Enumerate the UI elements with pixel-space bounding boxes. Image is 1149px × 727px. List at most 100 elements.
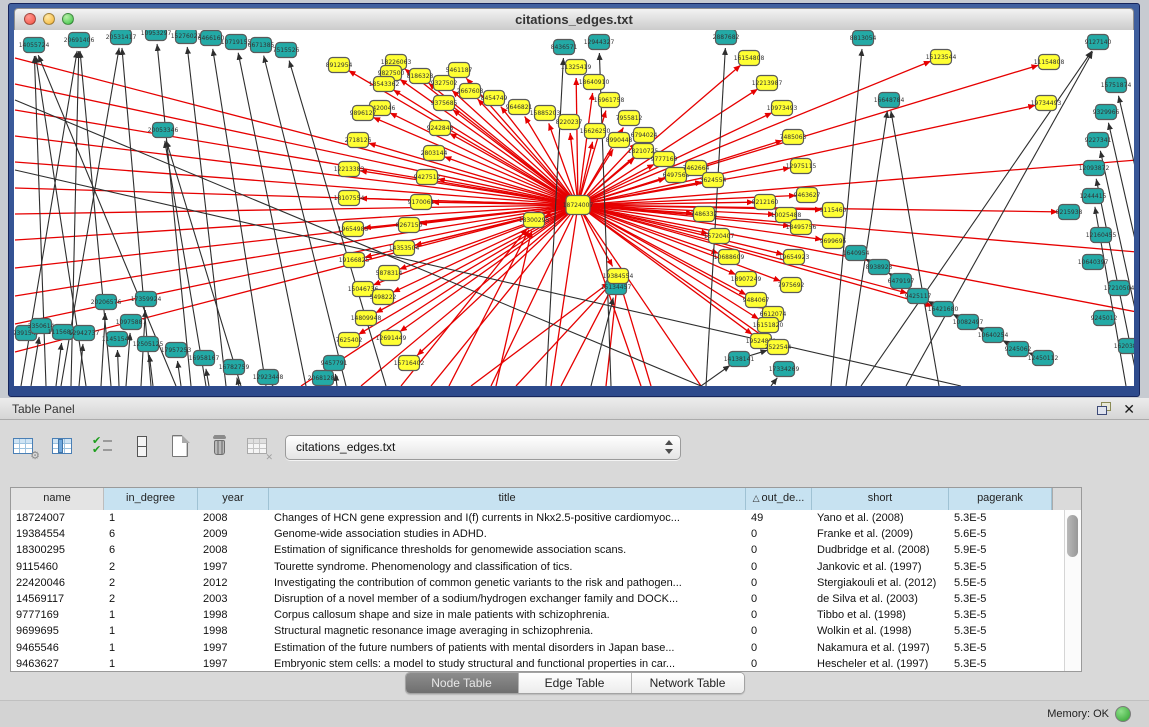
graph-node[interactable]: 12213383 <box>334 162 365 177</box>
show-columns-icon[interactable] <box>51 434 77 460</box>
graph-node[interactable]: 16154808 <box>734 51 765 66</box>
table-row[interactable]: 1872400712008Changes of HCN gene express… <box>11 510 1064 526</box>
graph-node[interactable]: 9463627 <box>794 188 821 203</box>
table-row[interactable]: 977716911998Corpus callosum shape and si… <box>11 607 1064 623</box>
table-row[interactable]: 1830029562008Estimation of significance … <box>11 542 1064 558</box>
graph-node[interactable]: 5498222 <box>370 290 397 305</box>
column-header-out_degree[interactable]: △out_de... <box>746 488 812 510</box>
graph-node[interactable]: 9245012 <box>1091 311 1118 326</box>
graph-node[interactable]: 12691449 <box>376 331 407 346</box>
graph-node[interactable]: 2522544 <box>765 340 792 355</box>
graph-node[interactable]: 7955812 <box>616 111 643 126</box>
graph-node[interactable]: 9170061 <box>408 195 435 210</box>
network-window-titlebar[interactable]: citations_edges.txt <box>14 8 1134 32</box>
graph-node[interactable]: 9329966 <box>1093 105 1120 120</box>
graph-node[interactable]: 11451543 <box>102 332 133 347</box>
close-panel-icon[interactable]: ✕ <box>1123 400 1135 418</box>
graph-node[interactable]: 2718126 <box>345 133 372 148</box>
graph-node[interactable]: 12975115 <box>786 159 817 174</box>
graph-node[interactable]: 19654923 <box>779 250 810 265</box>
graph-node[interactable]: 19384554 <box>603 269 634 284</box>
graph-node[interactable]: 14138141 <box>724 352 755 367</box>
network-canvas[interactable]: 1405572420691406205314171095329715276021… <box>14 30 1134 386</box>
graph-node[interactable]: 8215938 <box>1056 205 1083 220</box>
graph-node[interactable]: 9375685 <box>431 96 458 111</box>
graph-node[interactable]: 1640954 <box>843 246 870 261</box>
graph-node[interactable]: 3624554 <box>700 173 727 188</box>
graph-node[interactable]: 18724007 <box>563 196 594 215</box>
graph-node[interactable]: 9777169 <box>651 152 678 167</box>
graph-node[interactable]: 17210504 <box>1104 281 1134 296</box>
graph-node[interactable]: 20531417 <box>106 30 137 45</box>
column-header-in_degree[interactable]: in_degree <box>104 488 198 510</box>
graph-node[interactable]: 9699695 <box>820 234 847 249</box>
graph-node[interactable]: 8267150 <box>396 218 423 233</box>
table-row[interactable]: 1456911722003Disruption of a novel membe… <box>11 591 1064 607</box>
import-disabled-icon[interactable] <box>246 434 272 460</box>
column-header-short[interactable]: short <box>812 488 949 510</box>
graph-node[interactable]: 8436571 <box>551 40 578 55</box>
graph-node[interactable]: 18495756 <box>786 220 817 235</box>
column-header-name[interactable]: name <box>11 488 104 510</box>
table-row[interactable]: 946362711997Embryonic stem cells: a mode… <box>11 656 1064 672</box>
graph-node[interactable]: 10953297 <box>141 30 172 41</box>
graph-node[interactable]: 9484067 <box>743 293 770 308</box>
graph-node[interactable]: 15716402 <box>394 356 425 371</box>
graph-node[interactable]: 20681289 <box>308 371 339 386</box>
graph-node[interactable]: 20691406 <box>64 33 95 48</box>
graph-node[interactable]: 7486332 <box>691 207 718 222</box>
graph-node[interactable]: 16782759 <box>219 360 250 375</box>
table-row[interactable]: 946554611997Estimation of the future num… <box>11 640 1064 656</box>
graph-node[interactable]: 9427512 <box>414 170 441 185</box>
graph-node[interactable]: 10640254 <box>978 328 1009 343</box>
graph-node[interactable]: 1244415 <box>1080 189 1107 204</box>
graph-node[interactable]: 7485063 <box>780 130 807 145</box>
graph-node[interactable]: 9115460 <box>820 203 847 218</box>
column-header-pagerank[interactable]: pagerank <box>949 488 1052 510</box>
graph-node[interactable]: 16648784 <box>874 93 905 108</box>
graph-node[interactable]: 5461187 <box>446 63 473 78</box>
graph-node[interactable]: 20206576 <box>91 295 122 310</box>
table-row[interactable]: 1938455462009Genome-wide association stu… <box>11 526 1064 542</box>
graph-node[interactable]: 15751874 <box>1101 78 1132 93</box>
graph-node[interactable]: 17334269 <box>769 362 800 377</box>
graph-node[interactable]: 12450112 <box>1028 351 1059 366</box>
graph-node[interactable]: 9242848 <box>427 121 454 136</box>
tab-network-table[interactable]: Network Table <box>632 673 744 693</box>
graph-node[interactable]: 8186328 <box>407 69 434 84</box>
graph-node[interactable]: 16203860 <box>1114 339 1134 354</box>
graph-node[interactable]: 8220237 <box>556 115 583 130</box>
column-header-year[interactable]: year <box>198 488 269 510</box>
graph-node[interactable]: 19654985 <box>338 222 369 237</box>
delete-icon[interactable] <box>207 434 233 460</box>
graph-node[interactable]: 6479197 <box>888 274 915 289</box>
graph-node[interactable]: 2667608 <box>457 84 484 99</box>
graph-node[interactable]: 11154808 <box>1034 55 1065 70</box>
graph-node[interactable]: 19166825 <box>339 253 370 268</box>
graph-node[interactable]: 7975692 <box>778 278 805 293</box>
graph-node[interactable]: 12944327 <box>584 35 615 50</box>
graph-node[interactable]: 18907249 <box>731 272 762 287</box>
graph-node[interactable]: 15123544 <box>926 50 957 65</box>
table-selector-dropdown[interactable]: citations_edges.txt <box>285 435 681 460</box>
table-settings-icon[interactable] <box>12 434 38 460</box>
column-header-title[interactable]: title <box>269 488 746 510</box>
graph-node[interactable]: 20053346 <box>148 123 179 138</box>
scrollbar-thumb[interactable] <box>1067 515 1078 557</box>
graph-node[interactable]: 6794024 <box>631 128 658 143</box>
graph-node[interactable]: 6671385 <box>248 38 275 53</box>
graph-node[interactable]: 16958167 <box>189 351 220 366</box>
graph-node[interactable]: 2803144 <box>421 146 448 161</box>
row-height-icon[interactable] <box>129 434 155 460</box>
graph-node[interactable]: 16961758 <box>594 93 625 108</box>
graph-node[interactable]: 8912954 <box>326 58 353 73</box>
graph-node[interactable]: 18107554 <box>334 191 365 206</box>
graph-node[interactable]: 12505125 <box>133 337 164 352</box>
graph-node[interactable]: 8813054 <box>850 31 877 46</box>
vertical-scrollbar[interactable] <box>1064 510 1081 671</box>
graph-node[interactable]: 19734493 <box>1031 96 1062 111</box>
graph-node[interactable]: 9227341 <box>1085 133 1112 148</box>
table-row[interactable]: 2242004622012Investigating the contribut… <box>11 575 1064 591</box>
tab-node-table[interactable]: Node Table <box>406 673 519 693</box>
graph-node[interactable]: 11325419 <box>561 60 592 75</box>
